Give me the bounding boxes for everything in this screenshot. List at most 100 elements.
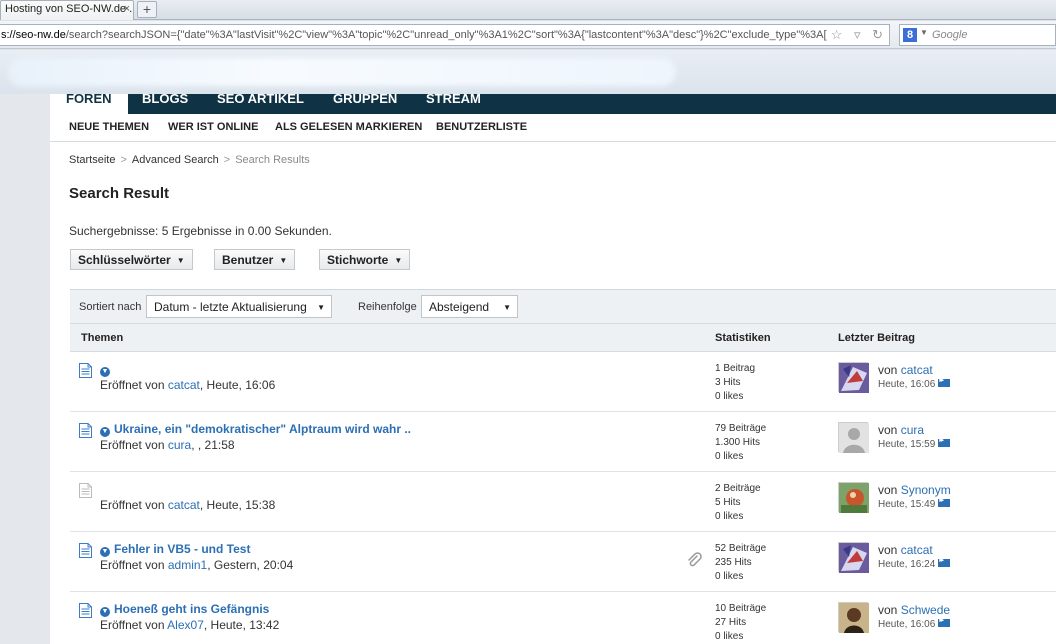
new-post-arrow-icon[interactable]: ▼ bbox=[100, 367, 110, 377]
chevron-down-icon: ▼ bbox=[394, 256, 403, 265]
filter-user-button[interactable]: Benutzer ▼ bbox=[214, 249, 296, 270]
breadcrumb-home[interactable]: Startseite bbox=[69, 154, 115, 166]
filter-tags-button[interactable]: Stichworte ▼ bbox=[319, 249, 411, 270]
document-icon bbox=[79, 423, 92, 438]
like-count: 0 likes bbox=[715, 391, 744, 402]
tab-title: Hosting von SEO-NW.de ... bbox=[5, 3, 134, 15]
nav-seo-artikel[interactable]: SEO ARTIKEL bbox=[201, 94, 320, 114]
order-select[interactable]: Absteigend ▼ bbox=[421, 295, 518, 318]
avatar[interactable] bbox=[838, 542, 869, 573]
goto-last-post-icon[interactable] bbox=[938, 556, 951, 567]
filter-keywords-button[interactable]: Schlüsselwörter ▼ bbox=[70, 249, 193, 270]
topic-opened-info: Eröffnet von Alex07, Heute, 13:42 bbox=[100, 618, 279, 632]
last-post-time: Heute, 16:06 bbox=[878, 376, 951, 390]
post-count: 10 Beiträge bbox=[715, 603, 767, 614]
new-post-arrow-icon[interactable]: ▼ bbox=[100, 427, 110, 437]
header-stats[interactable]: Statistiken bbox=[715, 332, 771, 344]
topic-title-link[interactable]: ▼ Fehler in VB5 - und Test bbox=[100, 542, 250, 557]
breadcrumb: Startseite > Advanced Search > Search Result… bbox=[69, 154, 310, 166]
opened-by-user-link[interactable]: catcat bbox=[168, 378, 200, 392]
last-post-user-link[interactable]: Synonym bbox=[901, 483, 951, 497]
post-count: 2 Beiträge bbox=[715, 483, 761, 494]
nav-stream[interactable]: STREAM bbox=[410, 94, 497, 114]
header-last-post[interactable]: Letzter Beitrag bbox=[838, 332, 915, 344]
topic-title[interactable]: Hoeneß geht ins Gefängnis bbox=[114, 602, 269, 616]
chevron-down-icon[interactable]: ▼ bbox=[920, 28, 928, 37]
close-tab-icon[interactable]: × bbox=[124, 3, 130, 15]
goto-last-post-icon[interactable] bbox=[938, 496, 951, 507]
opened-prefix: Eröffnet von bbox=[100, 618, 165, 632]
topic-title-link[interactable]: ▼ Hoeneß geht ins Gefängnis bbox=[100, 602, 269, 617]
topic-title-link[interactable]: ▼ bbox=[100, 362, 114, 377]
table-row[interactable]: ▼ Eröffnet von catcat, Heute, 16:06 1 Beit… bbox=[70, 352, 1056, 412]
table-row[interactable]: ▼ Hoeneß geht ins Gefängnis Eröffnet von A… bbox=[70, 592, 1056, 644]
sort-by-value: Datum - letzte Aktualisierung bbox=[154, 300, 307, 314]
last-post-user-link[interactable]: catcat bbox=[901, 543, 933, 557]
avatar[interactable] bbox=[838, 422, 869, 453]
topic-title-link[interactable]: ▼ Ukraine, ein "demokratischer" Alptraum … bbox=[100, 422, 411, 437]
topic-title[interactable]: Fehler in VB5 - und Test bbox=[114, 542, 250, 556]
nav-gruppen[interactable]: GRUPPEN bbox=[317, 94, 413, 114]
opened-time: , , 21:58 bbox=[191, 438, 235, 452]
avatar[interactable] bbox=[838, 482, 869, 513]
paperclip-icon bbox=[686, 552, 702, 568]
browser-toolbar: s://seo-nw.de/search?searchJSON={"date"%… bbox=[0, 21, 1056, 49]
topic-title[interactable]: Ukraine, ein "demokratischer" Alptraum w… bbox=[114, 422, 411, 436]
last-post-time: Heute, 16:24 bbox=[878, 556, 951, 570]
goto-last-post-icon[interactable] bbox=[938, 616, 951, 627]
filter-keywords-label: Schlüsselwörter bbox=[78, 253, 171, 267]
post-count: 79 Beiträge bbox=[715, 423, 767, 434]
last-post-user: von catcat bbox=[878, 363, 933, 377]
new-post-arrow-icon[interactable]: ▼ bbox=[100, 547, 110, 557]
opened-prefix: Eröffnet von bbox=[100, 498, 165, 512]
subnav-benutzerliste[interactable]: BENUTZERLISTE bbox=[436, 121, 527, 133]
address-bar-icons[interactable]: ☆ ▿ ↻ bbox=[826, 25, 887, 45]
subnav-wer-ist-online[interactable]: WER IST ONLINE bbox=[168, 121, 258, 133]
last-post-user-link[interactable]: Schwede bbox=[901, 603, 950, 617]
new-post-arrow-icon[interactable]: ▼ bbox=[100, 607, 110, 617]
goto-last-post-icon[interactable] bbox=[938, 436, 951, 447]
sort-by-select[interactable]: Datum - letzte Aktualisierung ▼ bbox=[146, 295, 332, 318]
browser-tab[interactable]: Hosting von SEO-NW.de ... × bbox=[0, 0, 134, 20]
last-post-user-link[interactable]: catcat bbox=[901, 363, 933, 377]
table-row[interactable]: ▼ Ukraine, ein "demokratischer" Alptraum … bbox=[70, 412, 1056, 472]
hit-count: 235 Hits bbox=[715, 557, 752, 568]
like-count: 0 likes bbox=[715, 571, 744, 582]
blurred-region bbox=[8, 58, 676, 86]
breadcrumb-current: Search Results bbox=[235, 154, 310, 166]
opened-by-user-link[interactable]: admin1 bbox=[168, 558, 207, 572]
table-row[interactable]: Eröffnet von catcat, Heute, 15:38 2 Beitr… bbox=[70, 472, 1056, 532]
last-post-user-link[interactable]: cura bbox=[901, 423, 924, 437]
order-label: Reihenfolge bbox=[358, 301, 417, 313]
new-tab-button[interactable]: + bbox=[137, 1, 157, 18]
google-icon[interactable]: 8 bbox=[903, 28, 917, 42]
opened-by-user-link[interactable]: cura bbox=[168, 438, 191, 452]
breadcrumb-separator: > bbox=[120, 154, 127, 166]
last-post-user: von catcat bbox=[878, 543, 933, 557]
last-post-time: Heute, 15:49 bbox=[878, 496, 951, 510]
address-bar[interactable]: s://seo-nw.de/search?searchJSON={"date"%… bbox=[0, 24, 890, 46]
opened-by-user-link[interactable]: Alex07 bbox=[167, 618, 204, 632]
sub-nav: NEUE THEMEN WER IST ONLINE ALS GELESEN M… bbox=[50, 114, 1056, 142]
last-post-user: von cura bbox=[878, 423, 924, 437]
opened-by-user-link[interactable]: catcat bbox=[168, 498, 200, 512]
filter-tags-label: Stichworte bbox=[327, 253, 389, 267]
opened-prefix: Eröffnet von bbox=[100, 558, 165, 572]
nav-foren[interactable]: FOREN bbox=[50, 94, 128, 114]
subnav-als-gelesen[interactable]: ALS GELESEN MARKIEREN bbox=[275, 121, 422, 133]
header-topics[interactable]: Themen bbox=[81, 332, 123, 344]
goto-last-post-icon[interactable] bbox=[938, 376, 951, 387]
topic-stats: 2 Beiträge 5 Hits 0 likes bbox=[715, 482, 761, 524]
opened-prefix: Eröffnet von bbox=[100, 378, 165, 392]
table-row[interactable]: ▼ Fehler in VB5 - und Test Eröffnet von ad… bbox=[70, 532, 1056, 592]
browser-search-box[interactable]: 8 ▼ Google bbox=[899, 24, 1056, 46]
nav-blogs[interactable]: BLOGS bbox=[126, 94, 204, 114]
avatar[interactable] bbox=[838, 362, 869, 393]
subnav-neue-themen[interactable]: NEUE THEMEN bbox=[69, 121, 149, 133]
avatar[interactable] bbox=[838, 602, 869, 633]
page-gutter bbox=[0, 94, 50, 644]
last-post-user: von Synonym bbox=[878, 483, 951, 497]
breadcrumb-advanced-search[interactable]: Advanced Search bbox=[132, 154, 219, 166]
last-post-time: Heute, 16:06 bbox=[878, 616, 951, 630]
topic-stats: 52 Beiträge 235 Hits 0 likes bbox=[715, 542, 766, 584]
